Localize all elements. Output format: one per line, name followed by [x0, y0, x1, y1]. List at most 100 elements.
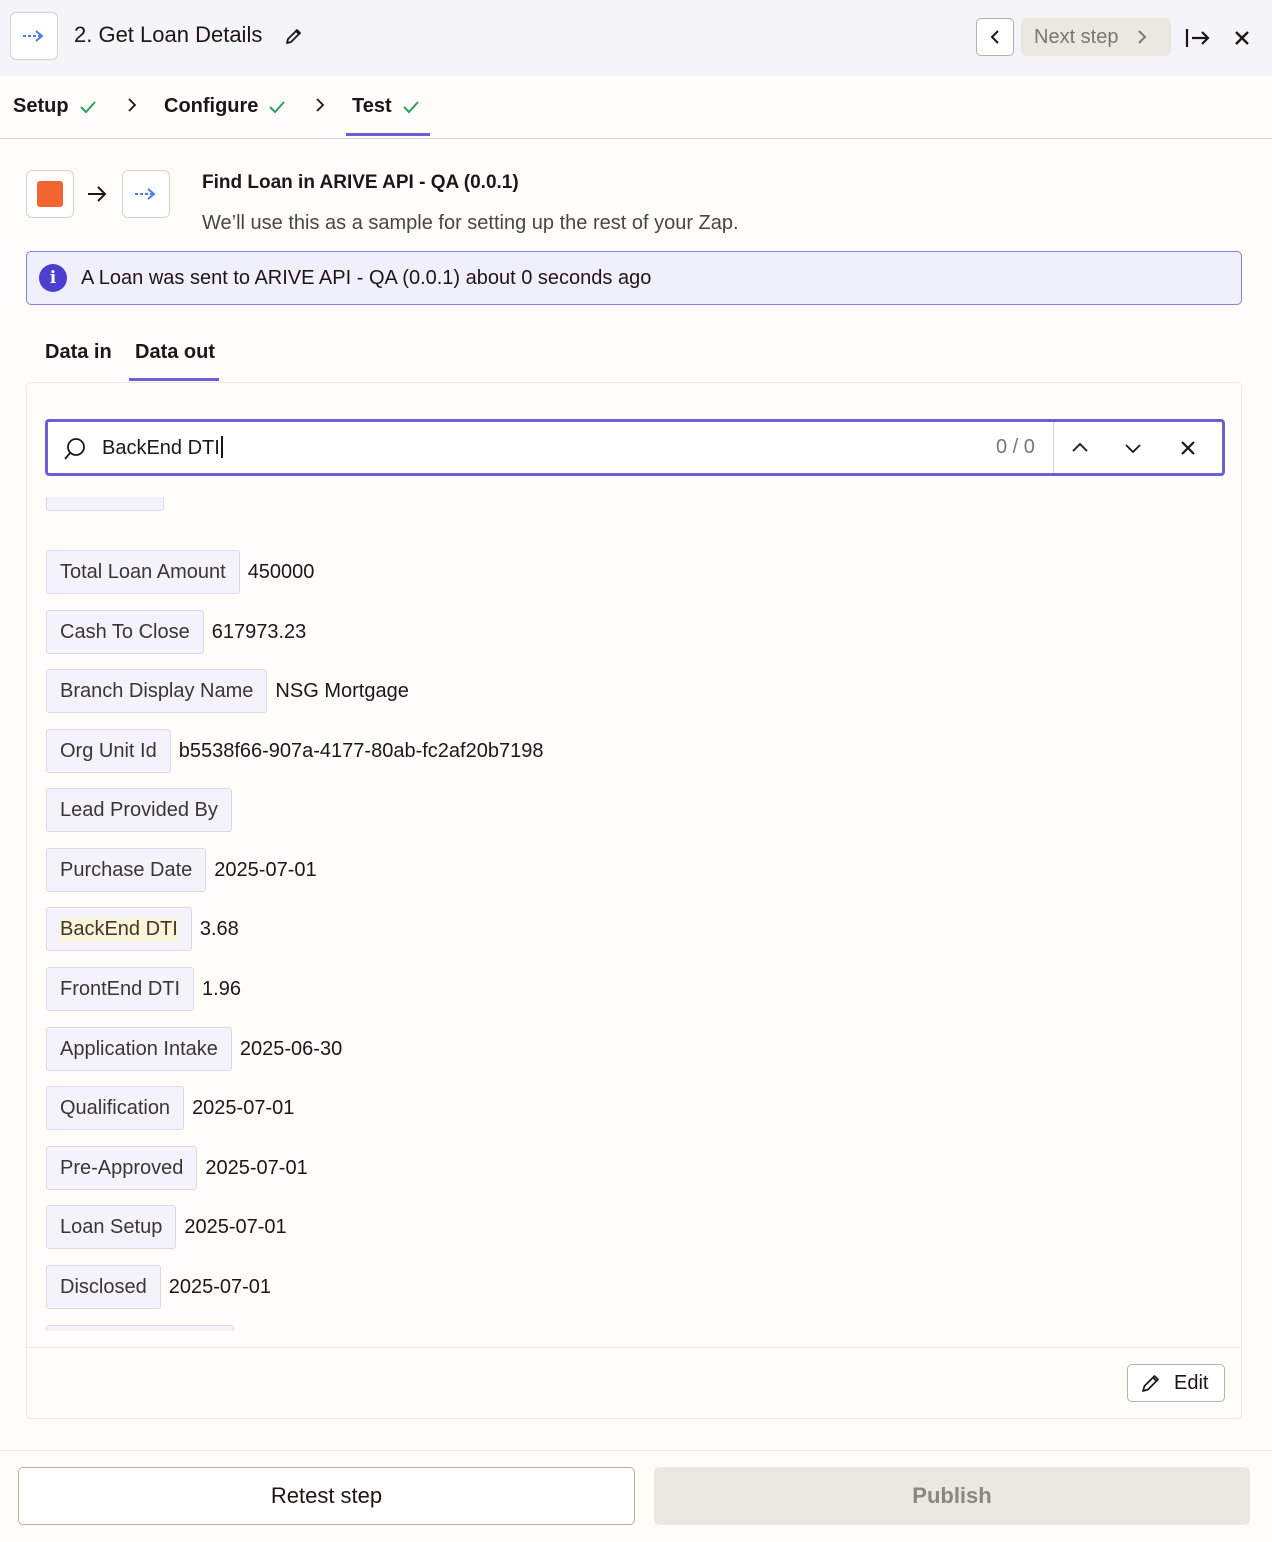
list-item: BackEnd DTI 3.68 [46, 907, 239, 951]
trigger-app-logo [37, 181, 63, 207]
collapse-right-icon [1185, 29, 1210, 47]
list-item: Application Intake 2025-06-30 [46, 1027, 342, 1071]
retest-step-button[interactable]: Retest step [18, 1467, 635, 1525]
arrow-right-icon [88, 186, 107, 202]
field-key: Purchase Date [46, 848, 207, 892]
field-value: 2025-07-01 [192, 1096, 295, 1119]
publish-button[interactable]: Publish [654, 1467, 1250, 1525]
chevron-right-icon [1138, 30, 1147, 44]
field-value: 2025-07-01 [168, 1275, 272, 1298]
field-key-label: Disclosed [60, 1275, 147, 1298]
field-key-label: Total Loan Amount [60, 560, 226, 583]
field-key-label: Org Unit Id [60, 739, 157, 762]
field-value: 2025-07-01 [214, 858, 317, 881]
field-key-label: Loan Setup [60, 1215, 163, 1238]
search-input[interactable]: BackEnd DTI [102, 436, 223, 460]
list-item: Total Loan Amount 450000 [46, 550, 314, 594]
field-key-label: Pre-Approved [60, 1156, 184, 1179]
tab-setup-label: Setup [13, 95, 69, 117]
next-step-button[interactable]: Next step [1021, 18, 1171, 56]
tab-test[interactable]: Test [352, 95, 420, 118]
list-item: Purchase Date 2025-07-01 [46, 848, 317, 892]
previous-step-button[interactable] [976, 18, 1014, 56]
data-out-panel: BackEnd DTI 0 / 0 Total Loan Amount 4500… [26, 382, 1242, 1419]
action-app-icon [122, 170, 170, 218]
panel-footer-divider [27, 1347, 1241, 1348]
field-key-label: Application Intake [60, 1037, 218, 1060]
list-item: Disclosed 2025-07-01 [46, 1265, 271, 1309]
edit-button[interactable]: Edit [1127, 1364, 1225, 1402]
check-icon [79, 100, 96, 113]
tab-data-in[interactable]: Data in [45, 341, 112, 364]
close-icon [1235, 31, 1249, 45]
search-bar: BackEnd DTI 0 / 0 [45, 419, 1225, 476]
field-value: NSG Mortgage [275, 679, 409, 702]
field-key: Lead Provided By [46, 788, 232, 832]
field-value: 2025-07-01 [184, 1215, 287, 1238]
field-key: Org Unit Id [46, 729, 171, 773]
field-key-label: BackEnd DTI [60, 917, 178, 941]
trigger-app-icon [26, 170, 74, 218]
tab-configure-label: Configure [164, 95, 259, 117]
field-key: Loan Setup [46, 1205, 177, 1249]
list-item: Org Unit Id b5538f66-907a-4177-80ab-fc2a… [46, 729, 543, 773]
list-item: Branch Display Name NSG Mortgage [46, 669, 409, 713]
next-step-label: Next step [1034, 25, 1119, 48]
field-key-highlighted: BackEnd DTI [46, 907, 192, 951]
search-divider [1053, 422, 1054, 473]
active-tab-indicator [346, 133, 430, 136]
list-item-partial [46, 1325, 234, 1331]
tab-data-out[interactable]: Data out [135, 341, 215, 364]
collapse-panel-button[interactable] [1182, 22, 1214, 54]
close-panel-button[interactable] [1228, 24, 1256, 52]
sample-subtitle: We’ll use this as a sample for setting u… [202, 212, 739, 234]
tab-configure[interactable]: Configure [164, 95, 286, 118]
sample-title: Find Loan in ARIVE API - QA (0.0.1) [202, 172, 519, 193]
field-key: Total Loan Amount [46, 550, 240, 594]
search-match-count: 0 / 0 [996, 436, 1035, 458]
active-data-tab-indicator [129, 378, 219, 381]
field-key-label: Purchase Date [60, 858, 193, 881]
field-value: 2025-06-30 [239, 1037, 343, 1060]
field-value: 1.96 [202, 977, 241, 1000]
edit-button-label: Edit [1174, 1371, 1209, 1394]
field-key: Branch Display Name [46, 669, 268, 713]
chevron-left-icon [990, 30, 999, 44]
field-value: 3.68 [199, 917, 239, 940]
field-key: Disclosed [46, 1265, 161, 1309]
list-item: Lead Provided By [46, 788, 240, 832]
check-icon [269, 100, 286, 113]
chevron-right-icon [128, 98, 137, 112]
list-item: Qualification 2025-07-01 [46, 1086, 294, 1130]
pencil-icon [1142, 1375, 1159, 1392]
field-key-label: Branch Display Name [60, 679, 254, 702]
field-key-label: FrontEnd DTI [60, 977, 181, 1000]
check-icon [402, 100, 419, 113]
field-value: 450000 [247, 560, 315, 583]
rename-pencil-icon[interactable] [284, 26, 304, 51]
info-icon: i [39, 264, 67, 292]
field-value: 2025-07-01 [205, 1156, 308, 1179]
field-key: FrontEnd DTI [46, 967, 195, 1011]
data-fields-list: Total Loan Amount 450000 Cash To Close 6… [46, 497, 1216, 1331]
text-caret [220, 436, 223, 458]
webhook-app-icon [10, 12, 58, 60]
previous-match-chevron-up-icon[interactable] [1070, 438, 1090, 458]
search-icon [64, 438, 85, 460]
tab-setup[interactable]: Setup [13, 95, 97, 118]
field-key: Application Intake [46, 1027, 232, 1071]
search-input-value: BackEnd DTI [102, 437, 220, 459]
field-key-label: Lead Provided By [60, 798, 218, 821]
clear-search-close-icon[interactable] [1178, 438, 1198, 458]
field-key: Cash To Close [46, 610, 204, 654]
step-header: 2. Get Loan Details Next step [0, 0, 1272, 76]
chevron-right-icon [316, 98, 325, 112]
field-key: Qualification [46, 1086, 185, 1130]
next-match-chevron-down-icon[interactable] [1123, 438, 1143, 458]
step-title: 2. Get Loan Details [74, 22, 263, 47]
tab-test-label: Test [352, 95, 392, 117]
field-value: b5538f66-907a-4177-80ab-fc2af20b7198 [178, 739, 544, 762]
list-item: FrontEnd DTI 1.96 [46, 967, 241, 1011]
list-item: Pre-Approved 2025-07-01 [46, 1146, 308, 1190]
list-item-partial [46, 497, 164, 511]
